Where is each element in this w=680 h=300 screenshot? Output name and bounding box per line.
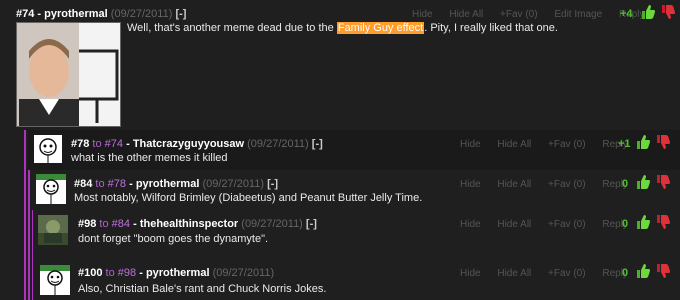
comment-date: (09/27/2011) (212, 267, 275, 279)
comment-actions: Hide Hide All +Fav (0) Reply (446, 179, 628, 190)
thumbs-up-icon[interactable] (635, 214, 651, 230)
parent-link[interactable]: #78 (108, 178, 126, 190)
avatar[interactable] (34, 135, 62, 163)
hide-all-button[interactable]: Hide All (449, 9, 483, 20)
hide-button[interactable]: Hide (460, 179, 481, 190)
comment-header: #100 to #98 - pyrothermal (09/27/2011) (78, 267, 275, 279)
thread-line (24, 130, 26, 300)
comment-text: dont forget "boom goes the dynamyte". (78, 233, 269, 245)
hide-all-button[interactable]: Hide All (497, 268, 531, 279)
comment-actions: Hide Hide All +Fav (0) Reply (446, 139, 628, 150)
hide-button[interactable]: Hide (460, 268, 481, 279)
username[interactable]: Thatcrazyguyyousaw (133, 138, 244, 150)
hide-button[interactable]: Hide (460, 139, 481, 150)
username[interactable]: pyrothermal (44, 8, 108, 20)
comment-actions: Hide Hide All +Fav (0) Edit Image Reply (398, 9, 645, 20)
username[interactable]: pyrothermal (146, 267, 210, 279)
comment-date: (09/27/2011) (110, 8, 173, 20)
comment-score: +4 (620, 8, 633, 20)
comment-date: (09/27/2011) (241, 218, 303, 230)
comment-number[interactable]: #84 (74, 178, 92, 190)
avatar-image (38, 215, 68, 245)
comment-74: #74 - pyrothermal (09/27/2011) [-] Well,… (0, 0, 680, 128)
thumbs-up-icon[interactable] (635, 174, 651, 190)
comment-header: #74 - pyrothermal (09/27/2011) [-] (16, 8, 187, 20)
fav-button[interactable]: +Fav (0) (548, 268, 586, 279)
comment-date: (09/27/2011) (247, 138, 309, 150)
thumbs-down-icon[interactable] (655, 174, 671, 190)
avatar[interactable] (36, 174, 66, 204)
thread-line (28, 170, 30, 300)
comment-actions: Hide Hide All +Fav (0) Reply (446, 219, 628, 230)
avatar[interactable] (16, 22, 121, 127)
comment-header: #84 to #78 - pyrothermal (09/27/2011) [-… (74, 178, 279, 190)
comment-score: 0 (622, 218, 629, 230)
avatar[interactable] (40, 265, 70, 295)
comment-score: 0 (622, 267, 629, 279)
hide-all-button[interactable]: Hide All (497, 219, 531, 230)
hide-all-button[interactable]: Hide All (497, 139, 531, 150)
comment-number[interactable]: #74 (16, 8, 34, 20)
collapse-toggle[interactable]: [-] (175, 8, 186, 20)
hide-button[interactable]: Hide (460, 219, 481, 230)
avatar-image (17, 23, 120, 126)
parent-link[interactable]: #84 (112, 218, 130, 230)
thumbs-down-icon[interactable] (660, 4, 676, 20)
comment-text: Well, that's another meme dead due to th… (127, 22, 558, 34)
collapse-toggle[interactable]: [-] (312, 138, 323, 150)
avatar-image (40, 265, 70, 295)
avatar[interactable] (38, 215, 68, 245)
comment-header: #78 to #74 - Thatcrazyguyyousaw (09/27/2… (71, 138, 323, 150)
collapse-toggle[interactable]: [-] (306, 218, 317, 230)
thumbs-up-icon[interactable] (635, 263, 651, 279)
comment-header: #98 to #84 - thehealthinspector (09/27/2… (78, 218, 317, 230)
thumbs-up-icon[interactable] (635, 134, 651, 150)
edit-image-button[interactable]: Edit Image (554, 9, 602, 20)
comment-100: #100 to #98 - pyrothermal (09/27/2011) A… (34, 260, 680, 300)
fav-button[interactable]: +Fav (0) (500, 9, 538, 20)
highlighted-link[interactable]: Family Guy effect (336, 22, 425, 34)
comment-text: what is the other memes it killed (71, 152, 228, 164)
comment-84: #84 to #78 - pyrothermal (09/27/2011) [-… (32, 170, 680, 210)
fav-button[interactable]: +Fav (0) (548, 139, 586, 150)
username[interactable]: thehealthinspector (140, 218, 238, 230)
hide-all-button[interactable]: Hide All (497, 179, 531, 190)
comment-score: 0 (622, 178, 629, 190)
avatar-image (34, 135, 62, 163)
comment-98: #98 to #84 - thehealthinspector (09/27/2… (33, 210, 680, 255)
comment-text: Also, Christian Bale's rant and Chuck No… (78, 283, 327, 295)
comment-score: +1 (618, 138, 631, 150)
comment-date: (09/27/2011) (202, 178, 265, 190)
hide-button[interactable]: Hide (412, 9, 433, 20)
avatar-image (36, 174, 66, 204)
comment-number[interactable]: #98 (78, 218, 96, 230)
collapse-toggle[interactable]: [-] (267, 178, 278, 190)
comment-number[interactable]: #100 (78, 267, 102, 279)
thumbs-down-icon[interactable] (655, 134, 671, 150)
comment-text: Most notably, Wilford Brimley (Diabeetus… (74, 192, 423, 204)
username[interactable]: pyrothermal (136, 178, 200, 190)
fav-button[interactable]: +Fav (0) (548, 179, 586, 190)
thumbs-down-icon[interactable] (655, 214, 671, 230)
parent-link[interactable]: #74 (105, 138, 123, 150)
comment-number[interactable]: #78 (71, 138, 89, 150)
thumbs-up-icon[interactable] (640, 4, 656, 20)
comment-78: #78 to #74 - Thatcrazyguyyousaw (09/27/2… (28, 130, 680, 170)
comment-actions: Hide Hide All +Fav (0) Reply (446, 268, 628, 279)
thumbs-down-icon[interactable] (655, 263, 671, 279)
parent-link[interactable]: #98 (118, 267, 136, 279)
fav-button[interactable]: +Fav (0) (548, 219, 586, 230)
